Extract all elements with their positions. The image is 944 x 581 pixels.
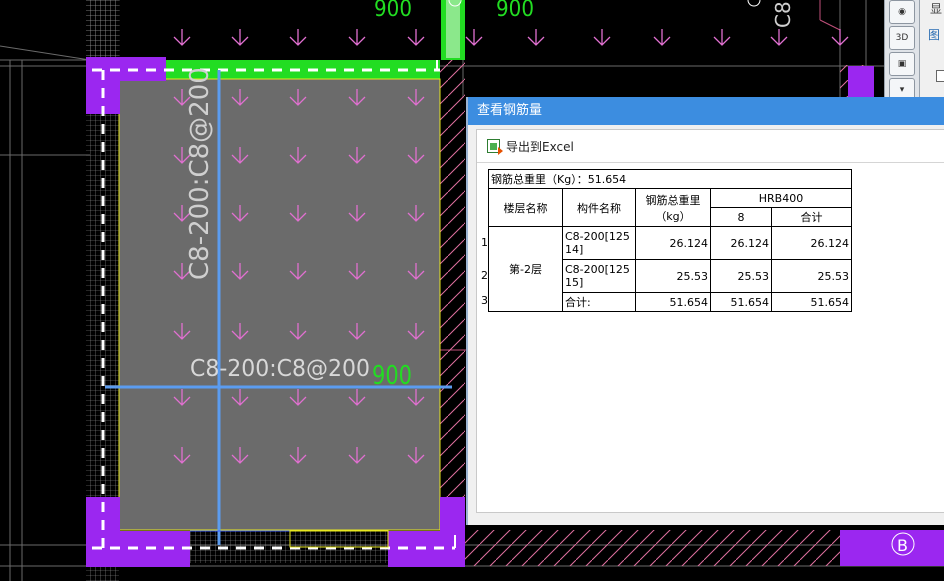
header-floor: 楼层名称 [488,188,563,227]
header-sum: 合计 [771,207,852,227]
load-arrow-icon [770,29,788,46]
table-row: 第-2层 C8-200[12514] 26.124 26.124 26.124 [488,226,852,312]
dim-label-top-1: 900 [374,0,412,22]
component-cell: 合计: [562,292,636,312]
row-number-2: 2 [481,269,488,282]
view-3d-button[interactable]: 3D [889,26,915,50]
excel-icon [487,139,503,155]
load-arrow-icon [348,29,366,46]
total-weight-row: 钢筋总重里（Kg）：51.654 [488,169,852,189]
right-label: C8 [771,1,795,28]
load-arrow-icon [527,29,545,46]
d8-cell: 26.124 [710,226,772,260]
component-cell: C8-200[12514] [562,226,636,260]
side-checkbox[interactable] [936,70,944,82]
axis-letter-b: B [897,536,908,555]
load-arrow-icon [173,29,191,46]
rebar-table: 钢筋总重里（Kg）：51.654 楼层名称 构件名称 钢筋总重里（kg） HRB… [488,169,852,312]
grid-wall-top [86,0,120,60]
sum-cell: 26.124 [771,226,852,260]
row-number-1: 1 [481,236,488,249]
header-diameter-8: 8 [710,207,772,227]
dim-label-900: 900 [372,361,412,391]
load-arrow-icon [407,29,425,46]
header-component: 构件名称 [562,188,636,227]
green-beam-vert-inner [446,0,460,58]
rebar-quantity-dialog: 查看钢筋量 导出到Excel 1 2 3 钢筋总重里（Kg）：51.654 楼层… [468,97,944,525]
load-arrow-icon [831,29,849,46]
side-tab-drawing[interactable]: 图 [928,26,940,43]
export-excel-label: 导出到Excel [506,139,574,154]
dim-label-top-2: 900 [496,0,534,22]
header-grade: HRB400 [710,188,852,208]
export-excel-button[interactable]: 导出到Excel [487,138,574,155]
load-arrow-icon [593,29,611,46]
weight-cell: 25.53 [635,259,711,293]
slab-area [118,78,441,531]
load-arrow-icon [465,29,483,46]
d8-cell: 51.654 [710,292,772,312]
hatch-wall-right [440,60,465,530]
floor-name-cell: 第-2层 [488,226,563,312]
view-3d-label: 3D [895,33,909,43]
load-arrow-icon [653,29,671,46]
row-number-3: 3 [481,294,488,307]
d8-cell: 25.53 [710,259,772,293]
dialog-toolbar: 导出到Excel [477,130,944,163]
cube-view-icon[interactable]: ▣ [889,52,915,76]
sphere-view-icon[interactable]: ◉ [889,0,915,24]
header-weight: 钢筋总重里（kg） [635,188,711,227]
dialog-title[interactable]: 查看钢筋量 [468,97,944,125]
load-arrow-icon [289,29,307,46]
side-tab-display[interactable]: 显 [930,0,942,17]
load-arrow-icon [231,29,249,46]
rebar-label-text: C8-200:C8@200 [185,67,215,280]
component-cell: C8-200[12515] [562,259,636,293]
overlay-label: C8-200:C8@200 [190,356,370,382]
weight-cell: 26.124 [635,226,711,260]
load-arrow-icon [713,29,731,46]
view-toolstrip: ◉ 3D ▣ ▾ [884,0,919,102]
sum-cell: 51.654 [771,292,852,312]
weight-cell: 51.654 [635,292,711,312]
dialog-body: 导出到Excel 1 2 3 钢筋总重里（Kg）：51.654 楼层名称 构件名… [476,129,944,513]
sum-cell: 25.53 [771,259,852,293]
side-panel: 显 图 [919,0,944,100]
